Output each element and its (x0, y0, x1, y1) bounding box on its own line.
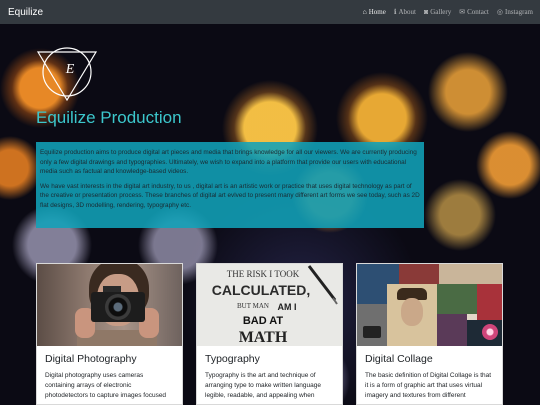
intro-paragraph-2: We have vast interests in the digital ar… (40, 182, 420, 210)
instagram-icon: ◎ (496, 8, 503, 16)
navbar: Equilize ⌂ Home ℹ About ◙ Gallery ✉ Cont… (0, 0, 540, 24)
typo-line-2: CALCULATED, (212, 282, 311, 298)
typo-line-3: BUT MAN (237, 302, 269, 310)
nav-about-label: About (398, 8, 417, 16)
intro-paragraph-1: Equilize production aims to produce digi… (40, 149, 417, 176)
logo-letter: E (65, 62, 75, 77)
intro-box: Equilize production aims to produce digi… (36, 142, 424, 228)
card-text: Typography is the art and technique of a… (205, 372, 321, 400)
card-text: The basic definition of Digital Collage … (365, 372, 492, 400)
typo-line-6: MATH (239, 329, 288, 346)
page-title: Equilize Production (36, 108, 182, 127)
home-icon: ⌂ (362, 8, 367, 16)
card-title: Typography (205, 353, 260, 365)
card-title: Digital Photography (45, 353, 137, 365)
card-digital-collage[interactable]: Digital Collage The basic definition of … (356, 263, 503, 405)
card-typography[interactable]: THE RISK I TOOK CALCULATED, BUT MAN AM I… (196, 263, 343, 405)
nav-links: ⌂ Home ℹ About ◙ Gallery ✉ Contact ◎ Ins… (363, 8, 533, 16)
nav-home-link[interactable]: ⌂ Home (363, 8, 386, 16)
card-digital-photography[interactable]: Digital Photography Digital photography … (36, 263, 183, 405)
photography-image (37, 264, 182, 346)
typo-line-5: BAD AT (243, 315, 284, 327)
nav-contact-label: Contact (467, 8, 489, 16)
typo-line-4: AM I (278, 302, 297, 312)
typography-image: THE RISK I TOOK CALCULATED, BUT MAN AM I… (197, 264, 342, 346)
nav-gallery-link[interactable]: ◙ Gallery (424, 8, 451, 16)
collage-image (357, 264, 502, 346)
nav-instagram-link[interactable]: ◎ Instagram (497, 8, 533, 16)
card-title: Digital Collage (365, 353, 433, 365)
envelope-icon: ✉ (459, 8, 466, 16)
nav-home-label: Home (368, 8, 386, 16)
nav-gallery-label: Gallery (430, 8, 452, 16)
nav-about-link[interactable]: ℹ About (394, 8, 416, 16)
camera-icon: ◙ (424, 8, 429, 16)
card-text: Digital photography uses cameras contain… (45, 372, 167, 400)
typo-line-1: THE RISK I TOOK (227, 269, 300, 279)
nav-instagram-label: Instagram (505, 8, 533, 16)
info-icon: ℹ (393, 8, 397, 16)
brand-link[interactable]: Equilize (8, 7, 43, 18)
nav-contact-link[interactable]: ✉ Contact (459, 8, 489, 16)
